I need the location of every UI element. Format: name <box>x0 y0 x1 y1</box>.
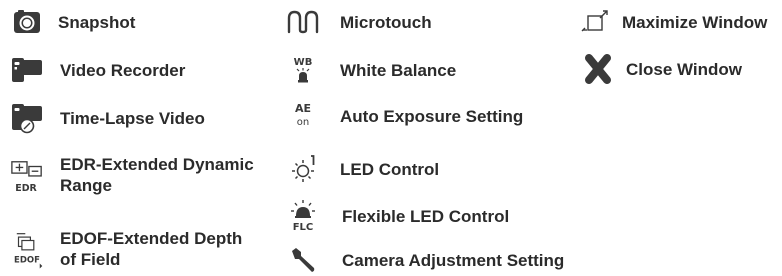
svg-text:on: on <box>297 117 309 128</box>
white-balance-item: WB White Balance <box>286 54 456 86</box>
item-label: Auto Exposure Setting <box>340 106 524 126</box>
microtouch-icon <box>286 6 320 38</box>
item-label: Microtouch <box>340 12 432 32</box>
svg-text:AE: AE <box>295 102 311 115</box>
wrench-icon <box>286 244 320 276</box>
item-label: Maximize Window <box>622 12 768 32</box>
edof-item: EDOF EDOF-Extended Depth of Field <box>10 226 260 272</box>
video-recorder-icon <box>10 54 44 86</box>
item-label: Time-Lapse Video <box>60 108 205 128</box>
svg-text:WB: WB <box>294 57 313 68</box>
close-window-item: Close Window <box>578 53 742 85</box>
snapshot-item: Snapshot <box>10 6 135 38</box>
led-control-icon <box>286 153 320 185</box>
item-label: Close Window <box>626 59 743 79</box>
flexible-led-icon: FLC <box>286 198 320 234</box>
item-label: White Balance <box>340 60 457 80</box>
item-label: EDOF-Extended Depth of Field <box>60 229 243 269</box>
item-label: Flexible LED Control <box>342 206 510 226</box>
svg-text:FLC: FLC <box>293 222 314 233</box>
item-label: Snapshot <box>58 12 136 32</box>
maximize-window-item: Maximize Window <box>578 6 767 38</box>
time-lapse-icon <box>10 102 44 134</box>
camera-adjustment-item: Camera Adjustment Setting <box>286 244 564 276</box>
close-window-icon <box>578 53 618 85</box>
led-control-item: LED Control <box>286 153 439 185</box>
svg-text:EDR: EDR <box>15 183 37 194</box>
microtouch-item: Microtouch <box>286 6 432 38</box>
auto-exposure-item: AE on Auto Exposure Setting <box>286 100 523 132</box>
item-label: Video Recorder <box>60 60 186 80</box>
edr-item: EDR EDR-Extended Dynamic Range <box>10 154 260 196</box>
maximize-window-icon <box>578 6 612 38</box>
white-balance-icon: WB <box>286 54 320 86</box>
item-label: LED Control <box>340 159 440 179</box>
auto-exposure-icon: AE on <box>286 100 320 132</box>
camera-icon <box>10 6 44 38</box>
svg-text:EDOF: EDOF <box>14 256 40 266</box>
edof-icon: EDOF <box>10 226 44 272</box>
video-recorder-item: Video Recorder <box>10 54 185 86</box>
item-label: Camera Adjustment Setting <box>342 250 565 270</box>
flexible-led-item: FLC Flexible LED Control <box>286 198 509 234</box>
time-lapse-item: Time-Lapse Video <box>10 102 205 134</box>
edr-icon: EDR <box>10 154 44 196</box>
item-label: EDR-Extended Dynamic Range <box>60 155 254 195</box>
